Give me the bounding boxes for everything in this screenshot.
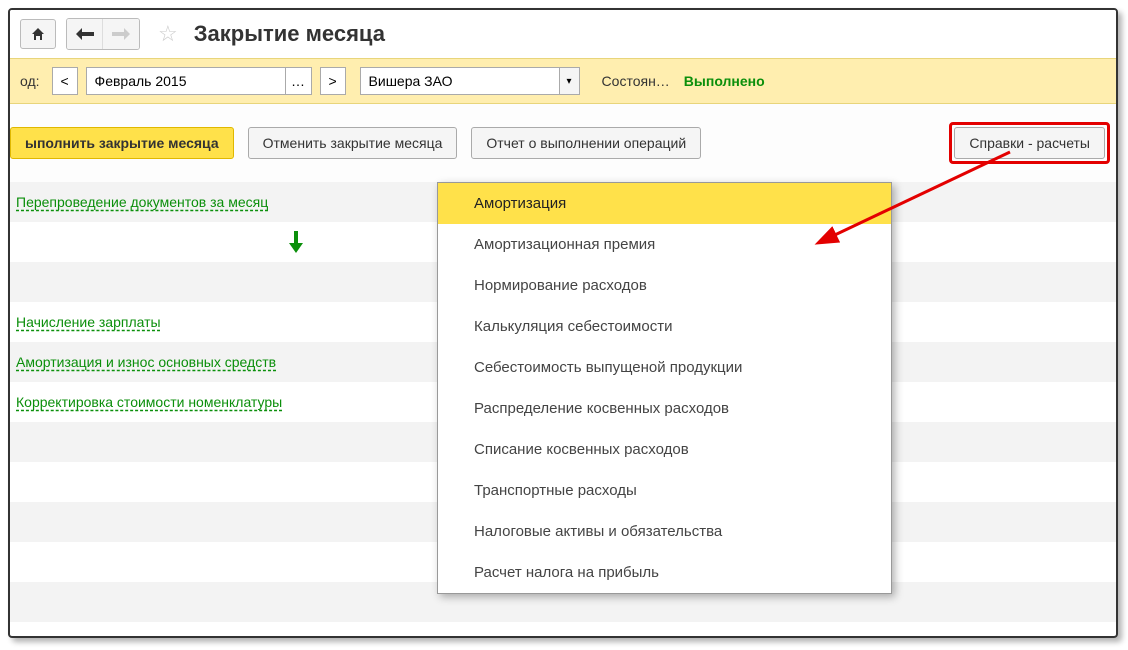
favorite-star-icon[interactable]: ☆ (158, 21, 178, 47)
forward-button[interactable] (103, 19, 139, 49)
link-reprovedenie[interactable]: Перепроведение документов за месяц (16, 194, 268, 210)
menu-item-spisanie[interactable]: Списание косвенных расходов (438, 429, 891, 470)
period-label: од: (20, 73, 40, 89)
filter-bar: од: < Февраль 2015 … > Вишера ЗАО ▾ Сост… (10, 58, 1116, 104)
nav-back-forward-group (66, 18, 140, 50)
references-calculations-button[interactable]: Справки - расчеты (954, 127, 1105, 159)
menu-item-raschet-naloga[interactable]: Расчет налога на прибыль (438, 552, 891, 593)
highlight-annotation: Справки - расчеты (949, 122, 1110, 164)
home-button[interactable] (20, 19, 56, 49)
menu-item-transport[interactable]: Транспортные расходы (438, 470, 891, 511)
menu-item-kalkulyaciya[interactable]: Калькуляция себестоимости (438, 306, 891, 347)
menu-item-amortizacionnaya-premiya[interactable]: Амортизационная премия (438, 224, 891, 265)
back-button[interactable] (67, 19, 103, 49)
link-amortizaciya[interactable]: Амортизация и износ основных средств (16, 354, 276, 370)
organization-dropdown-button[interactable]: ▾ (560, 67, 580, 95)
content-area: Перепроведение документов за месяц Начис… (10, 182, 1116, 622)
action-bar: ыполнить закрытие месяца Отменить закрыт… (10, 104, 1116, 182)
arrow-right-icon (112, 28, 130, 40)
page-title: Закрытие месяца (194, 21, 385, 47)
period-picker-button[interactable]: … (286, 67, 312, 95)
menu-item-normirovanie[interactable]: Нормирование расходов (438, 265, 891, 306)
status-label: Состоян… (602, 73, 670, 89)
organization-input[interactable]: Вишера ЗАО (360, 67, 560, 95)
right-column: венных расходов 26 и обращения" (866, 622, 1116, 638)
menu-item-raspredelenie[interactable]: Распределение косвенных расходов (438, 388, 891, 429)
references-menu-popup: Амортизация Амортизационная премия Норми… (437, 182, 892, 594)
link-korrektirovka[interactable]: Корректировка стоимости номенклатуры (16, 394, 282, 410)
period-next-button[interactable]: > (320, 67, 346, 95)
execute-month-close-button[interactable]: ыполнить закрытие месяца (10, 127, 234, 159)
operations-report-button[interactable]: Отчет о выполнении операций (471, 127, 701, 159)
period-prev-button[interactable]: < (52, 67, 78, 95)
menu-item-amortizaciya[interactable]: Амортизация (438, 183, 891, 224)
link-zarplata[interactable]: Начисление зарплаты (16, 314, 161, 330)
menu-item-nalogovye-aktivy[interactable]: Налоговые активы и обязательства (438, 511, 891, 552)
status-value: Выполнено (684, 73, 765, 89)
menu-item-sebestoimost[interactable]: Себестоимость выпущеной продукции (438, 347, 891, 388)
header-bar: ☆ Закрытие месяца (10, 10, 1116, 58)
arrow-left-icon (76, 28, 94, 40)
period-input[interactable]: Февраль 2015 (86, 67, 286, 95)
home-icon (30, 26, 46, 42)
cancel-month-close-button[interactable]: Отменить закрытие месяца (248, 127, 458, 159)
